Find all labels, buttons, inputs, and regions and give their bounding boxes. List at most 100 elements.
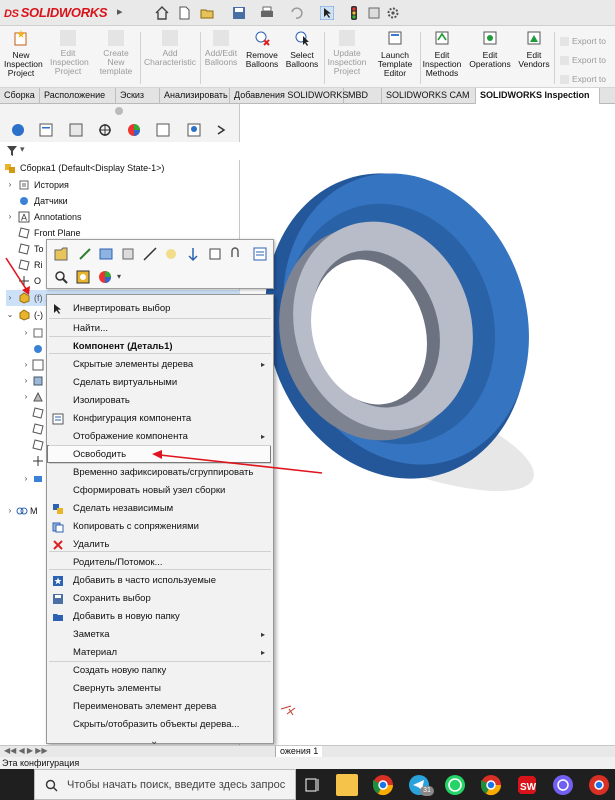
whatsapp-icon[interactable] <box>444 774 466 796</box>
3d-part-model[interactable] <box>241 104 615 745</box>
select-balloons-button[interactable]: Select Balloons <box>284 30 320 69</box>
property-manager-tab-icon[interactable] <box>36 122 56 138</box>
zoom-to-selection-icon[interactable] <box>53 269 69 285</box>
configuration-manager-tab-icon[interactable] <box>66 122 86 138</box>
save-icon[interactable] <box>232 6 246 20</box>
menu-item-20[interactable]: Материал ▸ <box>47 644 273 662</box>
menu-item-17[interactable]: Сохранить выбор <box>47 590 273 608</box>
tab-solidworks-cam[interactable]: SOLIDWORKS CAM <box>382 88 476 104</box>
view-orientation-icon[interactable] <box>75 269 91 285</box>
menu-item-13[interactable]: Копировать с сопряжениями <box>47 518 273 536</box>
menu-item-12[interactable]: Сделать независимым <box>47 500 273 518</box>
expand-arrow-icon[interactable]: › <box>6 177 14 193</box>
properties-icon[interactable] <box>252 246 268 262</box>
inspection-tab-icon[interactable] <box>184 122 204 138</box>
menu-item-7[interactable]: Конфигурация компонента <box>47 410 273 428</box>
solidworks-taskbar-icon[interactable]: SW <box>516 774 538 796</box>
filter-icon[interactable] <box>6 145 18 157</box>
menu-item-24[interactable]: Скрыть/отобразить объекты дерева... <box>47 716 273 734</box>
appearance-dropdown-icon[interactable]: ▾ <box>117 272 121 281</box>
menu-item-16[interactable]: Добавить в часто используемые <box>47 572 273 590</box>
remove-balloons-button[interactable]: Remove Balloons <box>244 30 280 69</box>
chrome-icon[interactable] <box>480 774 502 796</box>
menu-item-1[interactable]: Инвертировать выбор <box>47 300 273 318</box>
menu-expand-icon[interactable]: ▸ <box>117 5 125 21</box>
launch-template-editor-button[interactable]: Launch Template Editor <box>374 30 416 78</box>
chrome-icon[interactable] <box>588 774 610 796</box>
feature-tree-tab-icon[interactable] <box>8 122 28 138</box>
file-explorer-icon[interactable] <box>336 774 358 796</box>
menu-item-4[interactable]: Скрытые элементы дерева ▸ <box>47 356 273 374</box>
chrome-icon[interactable] <box>372 774 394 796</box>
viber-icon[interactable] <box>552 774 574 796</box>
menu-item-9[interactable]: Освободить <box>47 446 273 464</box>
paperclip-icon[interactable] <box>227 246 243 262</box>
new-inspection-project-button[interactable]: New Inspection Project <box>4 30 43 78</box>
menu-item-21[interactable]: Создать новую папку <box>47 662 273 680</box>
create-new-template-button[interactable]: Create New template <box>98 30 134 76</box>
menu-item-8[interactable]: Отображение компонента ▸ <box>47 428 273 446</box>
select-cursor-icon[interactable] <box>320 6 334 20</box>
task-view-icon[interactable] <box>302 774 324 796</box>
edit-inspection-methods-button[interactable]: Edit Inspection Methods <box>420 30 464 78</box>
tab-sketch[interactable]: Эскиз <box>116 88 160 104</box>
update-inspection-project-button[interactable]: Update Inspection Project <box>326 30 368 76</box>
display-manager-tab-icon[interactable] <box>124 122 144 138</box>
menu-item-22[interactable]: Свернуть элементы <box>47 680 273 698</box>
options-gear-icon[interactable] <box>386 6 400 20</box>
smart-dimension-icon[interactable] <box>207 246 223 262</box>
traffic-light-icon[interactable] <box>347 6 361 20</box>
new-document-icon[interactable] <box>177 6 191 20</box>
edit-feature-icon[interactable] <box>77 246 93 262</box>
menu-item-6[interactable]: Изолировать <box>47 392 273 410</box>
cam-tab-icon[interactable] <box>153 122 173 138</box>
dimxpert-tab-icon[interactable] <box>95 122 115 138</box>
expand-arrow-icon[interactable]: › <box>22 389 30 405</box>
export-button[interactable]: Export to <box>560 70 606 89</box>
print-icon[interactable] <box>260 6 274 20</box>
edit-vendors-button[interactable]: Edit Vendors <box>516 30 552 69</box>
tab-solidworks-inspection[interactable]: SOLIDWORKS Inspection <box>476 88 600 104</box>
graphics-viewport[interactable] <box>241 104 615 745</box>
expand-arrow-icon[interactable]: › <box>6 209 14 225</box>
tab-layout[interactable]: Расположение <box>40 88 116 104</box>
tab-mbd[interactable]: MBD <box>344 88 382 104</box>
move-component-icon[interactable] <box>185 246 201 262</box>
tab-solidworks-addins[interactable]: Добавления SOLIDWORKS <box>230 88 348 104</box>
expand-arrow-icon[interactable]: › <box>22 357 30 373</box>
edit-inspection-project-button[interactable]: Edit Inspection Project <box>50 30 89 76</box>
taskbar-search-box[interactable]: Чтобы начать поиск, введите здесь запрос <box>34 769 296 800</box>
insert-component-icon[interactable] <box>98 246 114 262</box>
more-tabs-icon[interactable] <box>212 122 232 138</box>
tab-assembly[interactable]: Сборка <box>0 88 40 104</box>
change-transparency-icon[interactable] <box>163 246 179 262</box>
add-characteristic-button[interactable]: Add Characteristic <box>142 30 198 67</box>
filter-dropdown-icon[interactable]: ▾ <box>20 144 25 155</box>
scroll-left-icon[interactable]: ◀◀ ◀ ▶ ▶▶ <box>4 746 48 755</box>
tab-evaluate[interactable]: Анализировать <box>160 88 230 104</box>
menu-item-5[interactable]: Сделать виртуальными <box>47 374 273 392</box>
add-edit-balloons-button[interactable]: Add/Edit Balloons <box>202 30 240 67</box>
appearance-icon[interactable] <box>97 269 113 285</box>
home-icon[interactable] <box>155 6 169 20</box>
menu-item-19[interactable]: Заметка ▸ <box>47 626 273 644</box>
menu-item-11[interactable]: Сформировать новый узел сборки <box>47 482 273 500</box>
add-mate-icon[interactable] <box>120 246 136 262</box>
expand-arrow-icon[interactable]: › <box>6 290 14 306</box>
expand-arrow-icon[interactable]: › <box>22 325 30 341</box>
rebuild-icon[interactable] <box>368 6 382 20</box>
tree-filter[interactable]: ▾ <box>0 142 240 160</box>
hide-component-icon[interactable] <box>142 246 158 262</box>
undo-icon[interactable] <box>289 6 303 20</box>
horizontal-scrollbar[interactable]: ◀◀ ◀ ▶ ▶▶ ожения 1 <box>0 745 615 757</box>
menu-item-23[interactable]: Переименовать элемент дерева <box>47 698 273 716</box>
expand-arrow-icon[interactable]: › <box>22 373 30 389</box>
expand-arrow-icon[interactable]: › <box>22 471 30 487</box>
open-folder-icon[interactable] <box>200 6 214 20</box>
menu-item-10[interactable]: Временно зафиксировать/сгруппировать <box>47 464 273 482</box>
export-button[interactable]: Export to <box>560 51 606 70</box>
edit-part-icon[interactable] <box>53 246 69 262</box>
collapse-arrow-icon[interactable]: ⌄ <box>6 307 14 323</box>
edit-operations-button[interactable]: Edit Operations <box>466 30 514 69</box>
panel-grip[interactable] <box>115 107 123 115</box>
